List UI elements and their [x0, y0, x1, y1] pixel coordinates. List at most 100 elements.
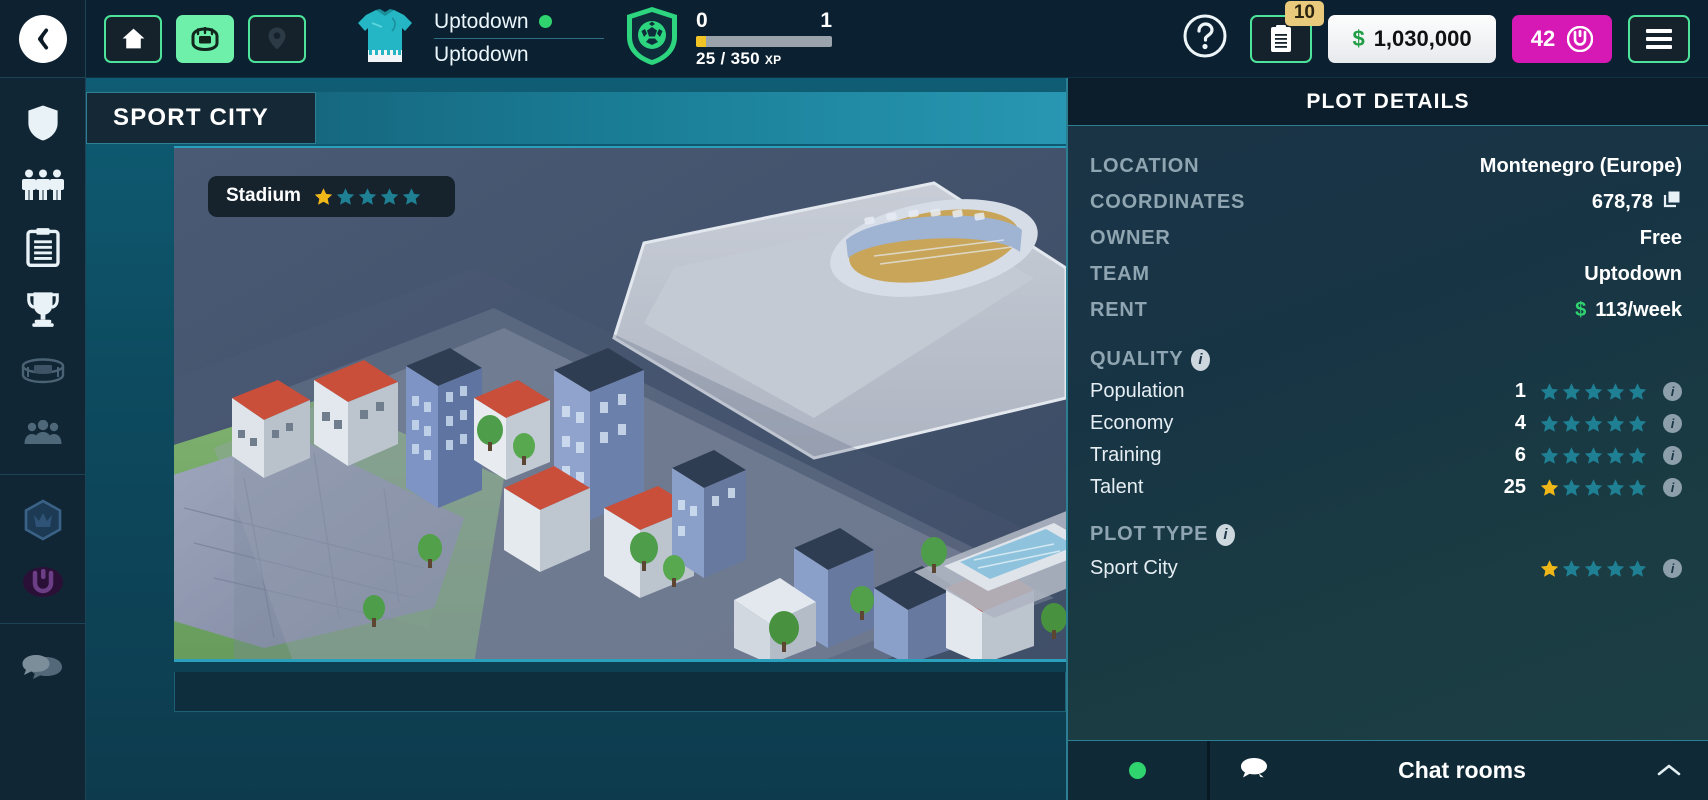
detail-value: Free — [1639, 226, 1682, 249]
plot-type-name: Sport City — [1090, 556, 1178, 579]
plot-type-info-icon[interactable]: i — [1216, 523, 1236, 546]
plot-type-row-info-icon[interactable]: i — [1663, 558, 1682, 578]
online-status-dot — [1129, 762, 1146, 779]
quality-list: Population 1 i Economy 4 i Training 6 i Talent 25 i — [1090, 375, 1682, 503]
sidebar-item-fans[interactable] — [0, 402, 85, 464]
quality-value: 1 — [1514, 379, 1526, 402]
plot-details-panel: PLOT DETAILS LOCATION Montenegro (Europe… — [1066, 78, 1708, 800]
sidebar-item-premium[interactable] — [0, 489, 85, 551]
level-next: 1 — [820, 8, 832, 32]
stadium-button[interactable] — [176, 14, 234, 63]
chat-status-button[interactable] — [1068, 741, 1210, 800]
chat-bubble-glyph — [1241, 758, 1267, 778]
location-pin-icon — [268, 27, 286, 50]
plot-type-header-text: PLOT TYPE — [1090, 523, 1209, 545]
star-icon — [1562, 382, 1581, 400]
notifications-button[interactable]: 10 — [1250, 0, 1324, 63]
star-icon — [1628, 414, 1647, 432]
help-button[interactable] — [1182, 13, 1228, 64]
currency-symbol: $ — [1352, 25, 1365, 51]
sidebar-item-club[interactable] — [0, 92, 85, 154]
u-logo-icon — [22, 567, 63, 597]
copy-icon[interactable] — [1662, 189, 1682, 215]
stadium-icon — [191, 26, 219, 51]
star-icon — [1562, 559, 1581, 577]
detail-row-rent: RENT $ 113/week — [1090, 292, 1682, 328]
sidebar-item-tactics[interactable] — [0, 216, 85, 278]
plot-chip-stars — [314, 187, 421, 206]
home-icon — [122, 28, 144, 49]
quality-info-icon[interactable]: i — [1191, 348, 1211, 371]
chat-rooms-label: Chat rooms — [1398, 757, 1526, 783]
sidebar-item-stadium[interactable] — [0, 340, 85, 402]
trophy-icon — [26, 292, 59, 327]
quality-info-icon[interactable]: i — [1663, 413, 1682, 433]
team-kit-icon[interactable] — [354, 6, 416, 71]
xp-levels: 0 1 — [696, 9, 832, 33]
notifications-count: 10 — [1284, 0, 1324, 26]
quality-info-icon[interactable]: i — [1663, 477, 1682, 497]
left-sidebar — [0, 0, 86, 800]
money-balance[interactable]: $ 1,030,000 — [1328, 14, 1496, 63]
club-crest[interactable] — [624, 5, 680, 72]
chevron-up-icon[interactable] — [1656, 758, 1682, 784]
quality-header-text: QUALITY — [1090, 348, 1184, 370]
top-bar: Uptodown Uptodown 0 1 25 / 350 XP 10 $ 1… — [86, 0, 1708, 78]
quality-value: 25 — [1503, 475, 1526, 498]
game-screen: Uptodown Uptodown 0 1 25 / 350 XP 10 $ 1… — [0, 0, 1708, 800]
quality-name: Economy — [1090, 411, 1174, 434]
quality-section-header: QUALITY i — [1090, 348, 1682, 371]
sidebar-item-squad[interactable] — [0, 154, 85, 216]
panel-content: LOCATION Montenegro (Europe) COORDINATES… — [1068, 126, 1708, 740]
hamburger-line — [1646, 44, 1672, 49]
xp-unit: XP — [764, 52, 782, 67]
plot-type-row: Sport City i — [1090, 550, 1682, 586]
chat-rooms-button[interactable]: Chat rooms — [1210, 741, 1708, 800]
back-button[interactable] — [18, 14, 67, 63]
quality-name: Training — [1090, 443, 1162, 466]
plot-preview-column: SPORT CITY Stadium — [86, 78, 1066, 800]
star-icon — [1562, 478, 1581, 496]
star-icon — [1628, 446, 1647, 464]
star-icon — [314, 187, 333, 205]
star-icon — [358, 187, 377, 205]
quality-row: Population 1 i — [1090, 375, 1682, 407]
star-icon — [1606, 559, 1625, 577]
jersey-icon — [358, 9, 412, 62]
sidebar-item-competitions[interactable] — [0, 278, 85, 340]
detail-value-wrap: 678,78 — [1592, 189, 1682, 215]
isometric-city-render — [174, 148, 1066, 659]
star-icon — [1584, 414, 1603, 432]
page-title-text: SPORT CITY — [113, 104, 270, 131]
menu-button[interactable] — [1628, 14, 1690, 63]
quality-value: 4 — [1514, 411, 1526, 434]
map-button[interactable] — [248, 14, 306, 63]
quality-stars — [1540, 478, 1647, 497]
star-icon — [1540, 382, 1559, 400]
city-viewport[interactable] — [174, 146, 1066, 662]
sidebar-item-chat[interactable] — [0, 638, 85, 700]
plot-type-section-header: PLOT TYPE i — [1090, 523, 1682, 546]
chevron-up-glyph — [1657, 764, 1681, 775]
detail-value: Montenegro (Europe) — [1479, 154, 1682, 177]
sidebar-item-uptodown[interactable] — [0, 551, 85, 613]
quality-row: Economy 4 i — [1090, 407, 1682, 439]
question-mark-icon — [1183, 14, 1227, 58]
detail-value: 678,78 — [1591, 190, 1653, 213]
clipboard-icon — [1271, 24, 1291, 52]
quality-stars — [1540, 414, 1647, 433]
copy-glyph — [1663, 191, 1680, 208]
team-name-row: Uptodown — [434, 9, 604, 39]
plot-type-stars — [1540, 559, 1647, 578]
gem-icon — [1567, 25, 1594, 52]
star-icon — [1584, 446, 1603, 464]
hamburger-line — [1646, 28, 1672, 33]
hamburger-line — [1646, 36, 1672, 41]
home-button[interactable] — [104, 14, 162, 63]
sidebar-header — [0, 0, 85, 78]
gems-balance[interactable]: 42 — [1512, 14, 1612, 63]
quality-info-icon[interactable]: i — [1663, 445, 1682, 465]
chevron-left-icon — [37, 27, 48, 50]
quality-info-icon[interactable]: i — [1663, 381, 1682, 401]
detail-key: RENT — [1090, 298, 1148, 321]
